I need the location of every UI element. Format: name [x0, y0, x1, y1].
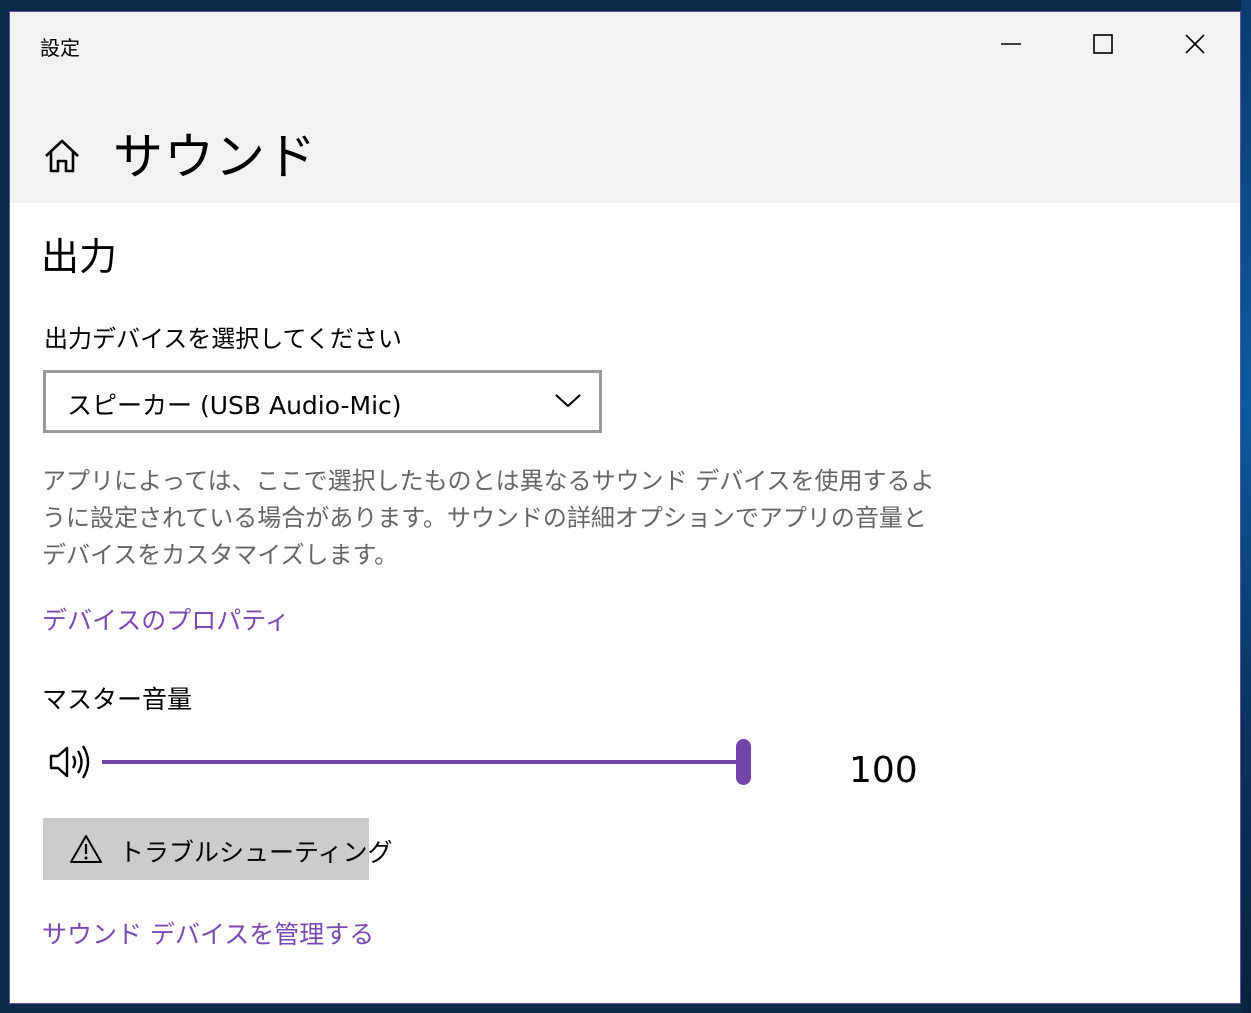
title-bar: 設定 サウンド	[10, 12, 1240, 203]
settings-window: 設定 サウンド 出力 出力デバイスを選択してください スピーカー (USB Au…	[9, 11, 1241, 1004]
volume-value: 100	[849, 750, 918, 791]
volume-slider-thumb[interactable]	[736, 739, 751, 785]
maximize-button[interactable]	[1057, 12, 1149, 76]
output-device-label: 出力デバイスを選択してください	[44, 325, 402, 353]
close-icon	[1185, 34, 1205, 54]
master-volume-label: マスター音量	[42, 685, 193, 714]
app-title: 設定	[40, 36, 80, 60]
master-volume-slider[interactable]	[102, 737, 752, 787]
close-button[interactable]	[1149, 12, 1240, 76]
desktop-background	[1241, 0, 1251, 1013]
troubleshoot-label: トラブルシューティング	[119, 838, 393, 867]
minimize-icon	[1001, 43, 1021, 45]
chevron-down-icon	[555, 390, 581, 414]
volume-slider-track[interactable]	[102, 760, 744, 764]
minimize-button[interactable]	[965, 12, 1057, 76]
output-description: アプリによっては、ここで選択したものとは異なるサウンド デバイスを使用するように…	[42, 467, 935, 569]
output-device-dropdown[interactable]: スピーカー (USB Audio-Mic)	[43, 370, 602, 433]
manage-sound-devices-link[interactable]: サウンド デバイスを管理する	[42, 915, 374, 951]
output-device-value: スピーカー (USB Audio-Mic)	[67, 391, 402, 420]
warning-icon	[69, 833, 103, 869]
section-title-output: 出力	[41, 235, 118, 279]
home-icon[interactable]	[42, 136, 82, 180]
troubleshoot-button[interactable]: トラブルシューティング	[43, 818, 393, 880]
speaker-icon[interactable]	[48, 743, 94, 785]
maximize-icon	[1093, 34, 1113, 54]
device-properties-link[interactable]: デバイスのプロパティ	[42, 601, 290, 637]
page-title: サウンド	[113, 128, 317, 186]
